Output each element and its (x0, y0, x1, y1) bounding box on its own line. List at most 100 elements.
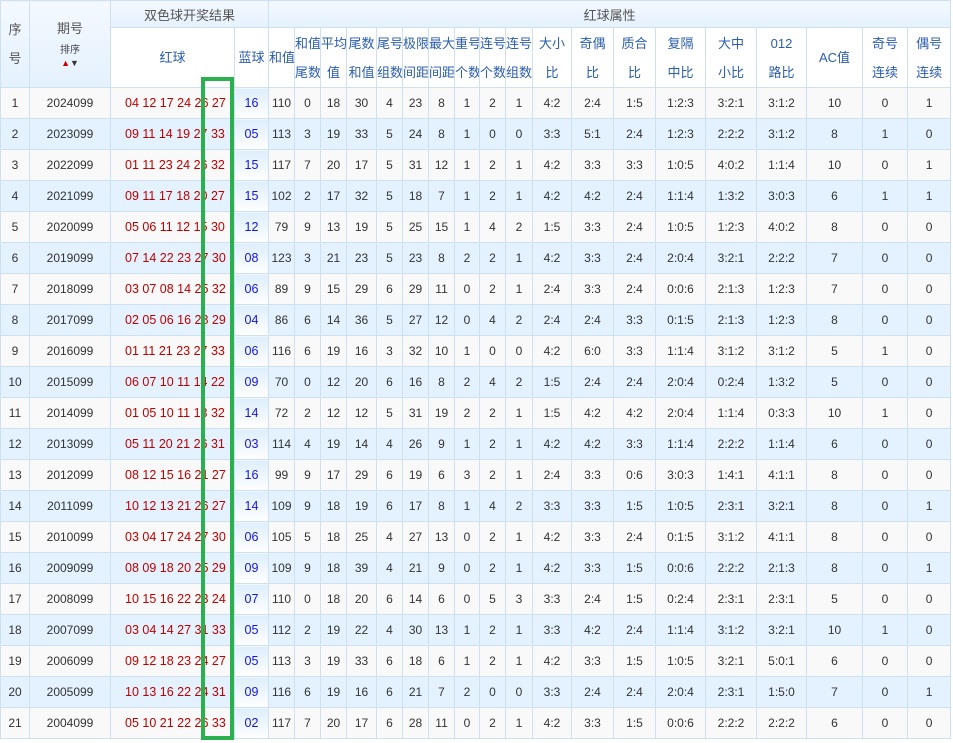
cell-odd-consec: 0 (862, 428, 909, 460)
cell-seq: 1 (0, 87, 30, 119)
cell-repeat-skip-mid-ratio: 1:2:3 (655, 118, 707, 150)
cell-odd-consec: 0 (862, 366, 909, 398)
attr-col-header: 连号 组数 (505, 27, 534, 88)
cell-seq: 13 (0, 459, 30, 491)
cell-odd-even-ratio: 3:3 (571, 552, 615, 584)
cell-consec-count: 4 (479, 366, 507, 398)
cell-sum: 109 (268, 490, 296, 522)
cell-odd-even-ratio: 3:3 (571, 707, 615, 739)
table-row: 8 2017099 02 05 06 16 28 29 04 86 6 14 36 5 27 12 0… (0, 304, 952, 336)
attr-col-header: 和值 尾数 (294, 27, 322, 88)
cell-odd-consec: 0 (862, 521, 909, 553)
cell-repeat-skip-mid-ratio: 1:0:5 (655, 211, 707, 243)
cell-prime-composite-ratio: 2:4 (613, 242, 657, 274)
cell-route-012-ratio: 1:5:0 (756, 676, 808, 708)
sort-control[interactable]: 排序 ▲▼ (31, 45, 110, 70)
cell-issue: 2004099 (29, 707, 111, 739)
cell-repeat-count: 2 (454, 242, 481, 274)
cell-route-012-ratio: 1:2:3 (756, 273, 808, 305)
cell-red-balls: 05 06 11 12 15 30 (110, 211, 235, 243)
cell-issue: 2019099 (29, 242, 111, 274)
attr-col-header: 最大 间距 (428, 27, 456, 88)
cell-max-gap: 7 (428, 180, 456, 212)
cell-tail-groups: 5 (376, 304, 404, 336)
cell-tail-groups: 3 (376, 335, 404, 367)
cell-ac-value: 6 (806, 645, 864, 677)
cell-repeat-skip-mid-ratio: 1:0:5 (655, 490, 707, 522)
cell-blue-ball: 09 (233, 676, 270, 708)
cell-tail-groups: 4 (376, 428, 404, 460)
cell-average: 20 (320, 707, 348, 739)
cell-sum: 117 (268, 707, 296, 739)
cell-odd-consec: 0 (862, 304, 909, 336)
cell-issue: 2013099 (29, 428, 111, 460)
attr-col-header: 连号 个数 (479, 27, 507, 88)
cell-red-balls: 03 07 08 14 25 32 (110, 273, 235, 305)
cell-consec-count: 0 (479, 335, 507, 367)
sort-asc-icon[interactable]: ▲ (61, 58, 70, 68)
cell-even-consec: 0 (907, 335, 952, 367)
attr-col-header: 复隔 中比 (655, 27, 707, 88)
cell-ac-value: 8 (806, 521, 864, 553)
cell-even-consec: 0 (907, 211, 952, 243)
cell-odd-even-ratio: 5:1 (571, 118, 615, 150)
cell-sum: 105 (268, 521, 296, 553)
cell-route-012-ratio: 2:2:2 (756, 242, 808, 274)
cell-odd-even-ratio: 4:2 (571, 428, 615, 460)
cell-odd-even-ratio: 3:3 (571, 490, 615, 522)
cell-tail-groups: 6 (376, 583, 404, 615)
cell-repeat-count: 1 (454, 614, 481, 646)
cell-sum-tail: 6 (294, 676, 322, 708)
cell-odd-consec: 0 (862, 242, 909, 274)
cell-odd-consec: 0 (862, 645, 909, 677)
table-row: 13 2012099 08 12 15 16 21 27 16 99 9 17 29 6 19 6 3… (0, 459, 952, 491)
cell-blue-ball: 02 (233, 707, 270, 739)
cell-red-balls: 10 12 13 21 26 27 (110, 490, 235, 522)
cell-prime-composite-ratio: 1:5 (613, 583, 657, 615)
cell-sum: 99 (268, 459, 296, 491)
cell-consec-groups: 1 (505, 149, 534, 181)
cell-repeat-skip-mid-ratio: 0:0:6 (655, 552, 707, 584)
cell-odd-even-ratio: 3:3 (571, 211, 615, 243)
cell-issue: 2005099 (29, 676, 111, 708)
cell-issue: 2008099 (29, 583, 111, 615)
cell-average: 17 (320, 459, 348, 491)
cell-tail-groups: 5 (376, 180, 404, 212)
cell-max-gap: 6 (428, 645, 456, 677)
attr-col-header: 偶号 连续 (907, 27, 952, 88)
cell-big-small-ratio: 4:2 (532, 87, 573, 119)
cell-route-012-ratio: 2:2:2 (756, 707, 808, 739)
cell-big-mid-small-ratio: 2:1:3 (705, 304, 758, 336)
cell-issue: 2010099 (29, 521, 111, 553)
cell-consec-groups: 2 (505, 211, 534, 243)
red-ball-header: 红球 (110, 27, 235, 88)
cell-tail-sum: 29 (346, 273, 378, 305)
cell-route-012-ratio: 1:1:4 (756, 149, 808, 181)
cell-red-balls: 03 04 14 27 31 33 (110, 614, 235, 646)
cell-issue: 2016099 (29, 335, 111, 367)
cell-prime-composite-ratio: 2:4 (613, 366, 657, 398)
cell-max-gap: 15 (428, 211, 456, 243)
cell-consec-count: 4 (479, 211, 507, 243)
cell-red-balls: 08 12 15 16 21 27 (110, 459, 235, 491)
cell-odd-consec: 0 (862, 459, 909, 491)
cell-odd-consec: 1 (862, 118, 909, 150)
cell-route-012-ratio: 4:1:1 (756, 521, 808, 553)
cell-odd-even-ratio: 2:4 (571, 583, 615, 615)
cell-repeat-count: 0 (454, 304, 481, 336)
cell-average: 20 (320, 149, 348, 181)
attr-col-header: 尾数 和值 (346, 27, 378, 88)
cell-ac-value: 10 (806, 397, 864, 429)
cell-red-balls: 05 11 20 21 26 31 (110, 428, 235, 460)
cell-range: 21 (402, 676, 430, 708)
cell-tail-sum: 36 (346, 304, 378, 336)
cell-issue: 2018099 (29, 273, 111, 305)
cell-tail-groups: 5 (376, 118, 404, 150)
table-body: 1 2024099 04 12 17 24 26 27 16 110 0 18 30 4 23 8 1… (0, 87, 952, 739)
cell-repeat-skip-mid-ratio: 0:0:6 (655, 273, 707, 305)
cell-route-012-ratio: 3:2:1 (756, 490, 808, 522)
cell-average: 17 (320, 180, 348, 212)
lottery-history-table: 序号 期号 排序 ▲▼ 双色球开奖结果 红球属性 红球 蓝球 和值 和值 尾数 平均值尾… (0, 0, 952, 739)
cell-odd-even-ratio: 4:2 (571, 397, 615, 429)
sort-desc-icon[interactable]: ▼ (70, 58, 79, 68)
